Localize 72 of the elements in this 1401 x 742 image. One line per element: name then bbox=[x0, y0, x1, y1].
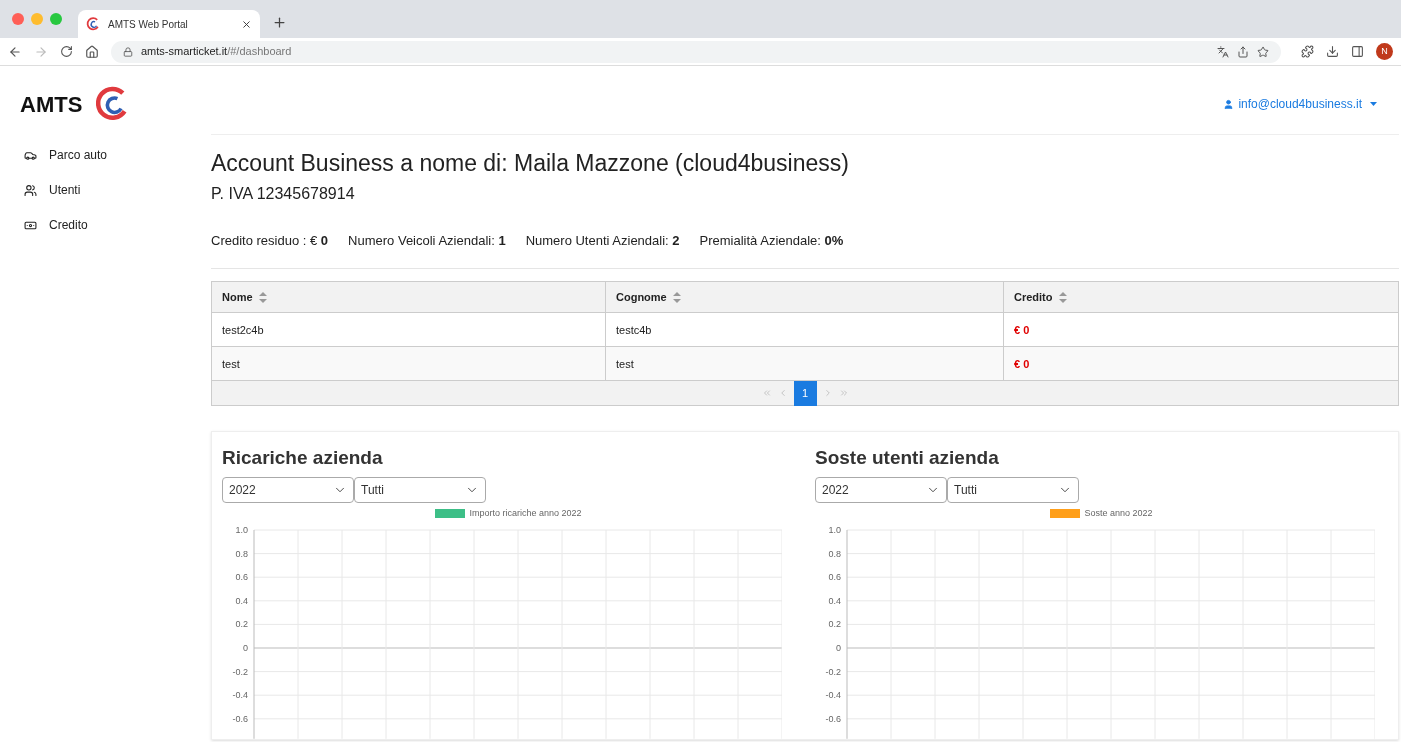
table-cell-text: test bbox=[616, 356, 634, 372]
user-icon bbox=[1223, 98, 1235, 110]
user-menu[interactable]: info@cloud4business.it bbox=[1223, 95, 1381, 113]
y-tick-label: 0.6 bbox=[235, 572, 248, 583]
browser-tab[interactable]: AMTS Web Portal bbox=[78, 10, 260, 38]
y-tick-label: 0.4 bbox=[828, 596, 841, 607]
profile-avatar[interactable]: N bbox=[1376, 43, 1393, 60]
account-title: Account Business a nome di: Maila Mazzone (cloud4business) bbox=[211, 149, 850, 178]
y-tick-label: -0.6 bbox=[232, 714, 248, 725]
sort-icon[interactable] bbox=[1058, 291, 1067, 303]
chart-axes-drawing: 1.0 0.8 0.6 0.4 0.2 0 -0.2 -0.4 -0.6 bbox=[222, 522, 782, 740]
page-button[interactable]: 1 bbox=[793, 380, 817, 406]
stat-text: Credito residuo : € 0 bbox=[211, 231, 329, 250]
chart-axes-drawing: 1.0 0.8 0.6 0.4 0.2 0 -0.2 -0.4 -0.6 bbox=[815, 522, 1375, 740]
close-window-icon[interactable] bbox=[12, 13, 24, 25]
filter-select[interactable]: Tutti bbox=[354, 476, 486, 503]
stat-text: Premialità Aziendale: 0% bbox=[699, 231, 844, 250]
vat-number: P. IVA 12345678914 bbox=[211, 183, 356, 204]
table-cell-text: test2c4b bbox=[222, 322, 264, 338]
y-tick-label: 0.6 bbox=[828, 572, 841, 583]
logo-icon bbox=[86, 17, 100, 31]
extensions-icon[interactable] bbox=[1301, 45, 1314, 58]
chart-title: Soste utenti azienda bbox=[815, 446, 1000, 471]
address-bar[interactable]: amts-smarticket.it/#/dashboard bbox=[111, 40, 1281, 63]
close-icon[interactable] bbox=[241, 18, 252, 30]
y-tick-label: -0.4 bbox=[825, 690, 841, 701]
year-select[interactable]: 2022 bbox=[222, 476, 354, 503]
home-icon[interactable] bbox=[85, 44, 99, 59]
legend-label: Soste anno 2022 bbox=[1084, 506, 1153, 520]
share-icon[interactable] bbox=[1237, 45, 1249, 58]
caret-icon bbox=[1370, 102, 1377, 106]
y-tick-label: 0.8 bbox=[828, 548, 841, 559]
side-panel-icon[interactable] bbox=[1351, 45, 1364, 58]
y-tick-label: 0.4 bbox=[235, 596, 248, 607]
legend-label: Importo ricariche anno 2022 bbox=[469, 506, 582, 520]
y-tick-label: 0.2 bbox=[828, 619, 841, 630]
y-tick-label: 0 bbox=[835, 643, 841, 654]
y-tick-label: -0.2 bbox=[825, 666, 841, 677]
y-tick-label: 1.0 bbox=[828, 525, 841, 536]
reload-icon[interactable] bbox=[60, 45, 73, 58]
sidebar-item[interactable]: Credito bbox=[24, 216, 211, 234]
users-icon bbox=[24, 183, 37, 197]
y-tick-label: 0.2 bbox=[235, 619, 248, 630]
new-tab-icon[interactable] bbox=[272, 15, 287, 30]
stat-text: Numero Veicoli Aziendali: 1 bbox=[348, 231, 506, 250]
sort-icon[interactable] bbox=[258, 291, 267, 303]
chart-title: Ricariche azienda bbox=[222, 446, 384, 471]
column-header[interactable]: Cognome bbox=[616, 289, 667, 306]
star-icon[interactable] bbox=[1257, 45, 1269, 58]
table-cell-text: testc4b bbox=[616, 322, 652, 338]
table-cell-text: € 0 bbox=[1014, 322, 1030, 338]
y-tick-label: 0 bbox=[242, 643, 248, 654]
y-tick-label: -0.2 bbox=[232, 666, 248, 677]
y-tick-label: 1.0 bbox=[235, 525, 248, 536]
logo-text: AMTS bbox=[20, 90, 83, 119]
back-icon[interactable] bbox=[8, 44, 22, 59]
stat-text: Numero Utenti Aziendali: 2 bbox=[525, 231, 680, 250]
sort-icon[interactable] bbox=[672, 291, 681, 303]
translate-icon[interactable] bbox=[1217, 45, 1229, 58]
column-header[interactable]: Nome bbox=[222, 289, 253, 306]
lock-icon bbox=[123, 46, 133, 57]
table-cell-text: test bbox=[222, 356, 240, 372]
column-header[interactable]: Credito bbox=[1014, 289, 1053, 306]
sidebar-item[interactable]: Parco auto bbox=[24, 146, 211, 164]
y-tick-label: 0.8 bbox=[235, 548, 248, 559]
download-icon[interactable] bbox=[1326, 45, 1339, 58]
sidebar-item[interactable]: Utenti bbox=[24, 181, 211, 199]
filter-select[interactable]: Tutti bbox=[947, 476, 1079, 503]
y-tick-label: -0.4 bbox=[232, 690, 248, 701]
table-cell-text: € 0 bbox=[1014, 356, 1030, 372]
year-select[interactable]: 2022 bbox=[815, 476, 947, 503]
y-tick-label: -0.6 bbox=[825, 714, 841, 725]
